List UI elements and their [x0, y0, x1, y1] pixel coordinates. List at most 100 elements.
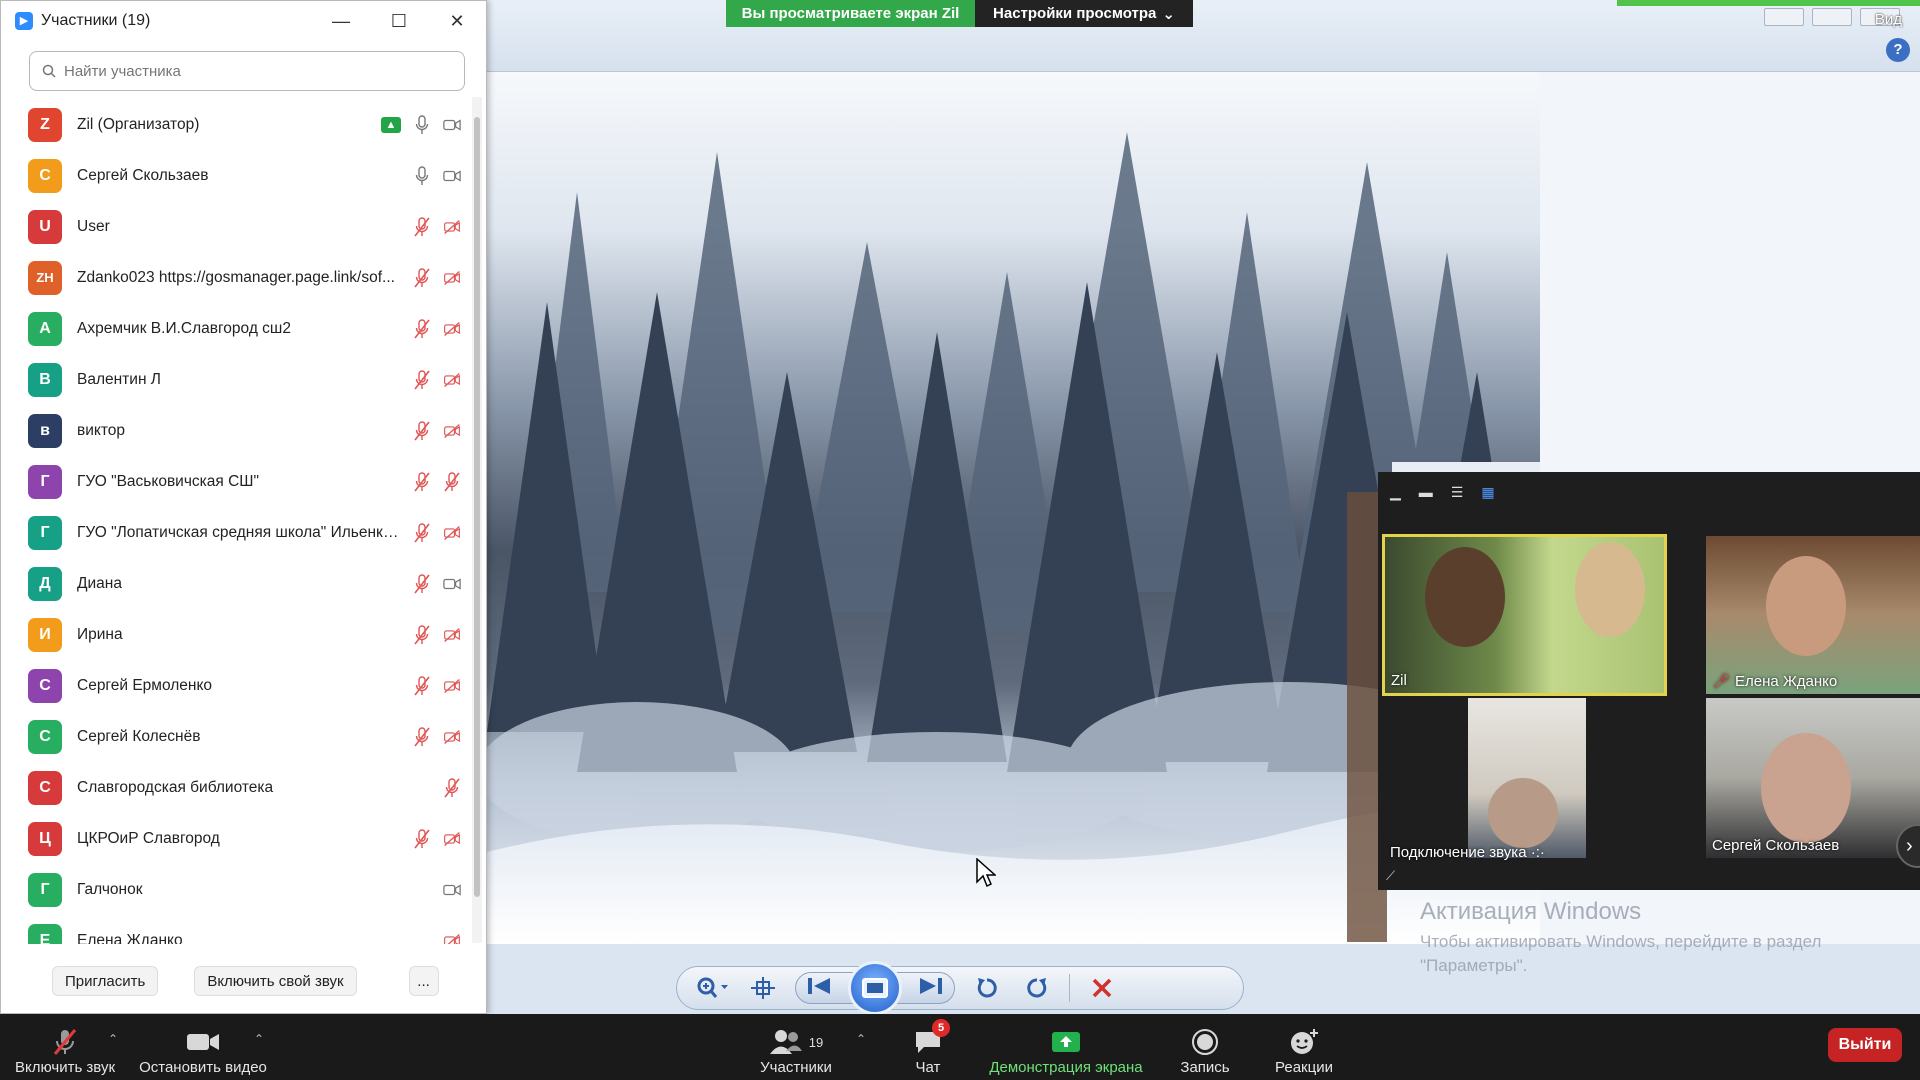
- invite-button[interactable]: Пригласить: [52, 966, 159, 996]
- participant-name: User: [77, 217, 110, 235]
- view-settings-label: Настройки просмотра: [993, 5, 1157, 22]
- connecting-audio-label: Подключение звука ·:·: [1390, 844, 1545, 861]
- share-indicator-bar: [1617, 0, 1920, 6]
- video-tile-elena[interactable]: 🎤︎ Елена Жданко: [1706, 536, 1920, 694]
- grid-view-icon[interactable]: ▦: [1481, 484, 1494, 501]
- participant-avatar: Z: [28, 107, 62, 142]
- participant-row[interactable]: С Сергей Скользаев: [1, 150, 471, 201]
- share-screen-button[interactable]: Демонстрация экрана: [982, 1014, 1150, 1080]
- participant-status-icons: [413, 420, 461, 441]
- strip-view-icon[interactable]: ☰: [1451, 484, 1464, 501]
- participant-row[interactable]: А Ахремчик В.И.Славгород сш2: [1, 303, 471, 354]
- record-icon: [1191, 1025, 1219, 1059]
- view-settings-dropdown[interactable]: Настройки просмотра ⌄: [975, 0, 1193, 27]
- participant-search[interactable]: [29, 51, 465, 91]
- video-tile-connecting-audio[interactable]: [1468, 698, 1586, 858]
- tile-name: Сергей Скользаев: [1712, 837, 1840, 854]
- loading-dots-icon: ·:·: [1530, 844, 1545, 861]
- participant-status-icons: [413, 522, 461, 543]
- participants-scrollbar[interactable]: [472, 97, 482, 943]
- participant-name: Zil (Организатор): [77, 115, 200, 133]
- participant-row[interactable]: С Сергей Ермоленко: [1, 660, 471, 711]
- muted-mic-icon: [413, 420, 431, 441]
- minimize-icon[interactable]: ▁: [1390, 484, 1401, 501]
- participant-avatar: U: [28, 209, 62, 244]
- participant-name: Ахремчик В.И.Славгород сш2: [77, 319, 291, 337]
- participant-name: Ирина: [77, 625, 123, 643]
- unmute-self-button[interactable]: Включить свой звук: [194, 966, 357, 996]
- participants-count: 19: [808, 1034, 824, 1050]
- participant-row[interactable]: С Сергей Колеснёв: [1, 711, 471, 762]
- participant-status-icons: [413, 573, 461, 594]
- participant-status-icons: [413, 675, 461, 696]
- participant-row[interactable]: U User: [1, 201, 471, 252]
- rotate-left-icon[interactable]: [969, 973, 1005, 1003]
- record-button[interactable]: Запись: [1172, 1014, 1238, 1080]
- previous-icon[interactable]: [808, 977, 830, 1000]
- leave-meeting-button[interactable]: Выйти: [1828, 1028, 1902, 1062]
- participant-status-icons: [413, 471, 461, 492]
- window-controls: — ☐ ✕: [312, 1, 486, 41]
- view-label[interactable]: Вид: [1875, 11, 1902, 28]
- video-options-caret-icon[interactable]: ⌃: [254, 1032, 264, 1046]
- audio-options-caret-icon[interactable]: ⌃: [108, 1032, 118, 1046]
- participant-row[interactable]: Z Zil (Организатор) ▲: [1, 99, 471, 150]
- reactions-button[interactable]: Реакции: [1268, 1014, 1340, 1080]
- participants-icon: 19: [769, 1025, 823, 1059]
- participant-name: Диана: [77, 574, 122, 592]
- unmute-button[interactable]: Включить звук: [10, 1014, 120, 1080]
- close-window-icon[interactable]: ✕: [428, 1, 486, 41]
- rotate-right-icon[interactable]: [1019, 973, 1055, 1003]
- search-input[interactable]: [64, 62, 464, 80]
- participant-row[interactable]: Е Елена Жданко: [1, 915, 471, 944]
- delete-icon[interactable]: [1084, 973, 1120, 1003]
- participant-row[interactable]: В Валентин Л: [1, 354, 471, 405]
- zoom-logo-icon: ▶: [15, 12, 33, 30]
- muted-mic-icon: [413, 216, 431, 237]
- participant-name: Валентин Л: [77, 370, 161, 388]
- minimize-window-icon[interactable]: —: [312, 1, 370, 41]
- participant-row[interactable]: И Ирина: [1, 609, 471, 660]
- participants-options-caret-icon[interactable]: ⌃: [856, 1032, 866, 1046]
- muted-mic-icon: [413, 675, 431, 696]
- next-icon[interactable]: [920, 977, 942, 1000]
- slideshow-button[interactable]: [848, 961, 902, 1014]
- actual-size-icon[interactable]: [745, 973, 781, 1003]
- maximize-window-icon[interactable]: ☐: [370, 1, 428, 41]
- video-off-icon: [443, 727, 461, 747]
- share-screen-icon: [1051, 1025, 1081, 1059]
- participant-status-icons: [443, 931, 461, 944]
- participant-row[interactable]: в виктор: [1, 405, 471, 456]
- participant-avatar: Д: [28, 566, 62, 601]
- resize-handle-icon[interactable]: ⟋: [1386, 868, 1395, 884]
- muted-mic-icon: 🎤︎: [1712, 673, 1732, 690]
- watermark-title: Активация Windows: [1420, 898, 1642, 925]
- participant-row[interactable]: Г ГУО "Лопатичская средняя школа" Ильенко…: [1, 507, 471, 558]
- participant-row[interactable]: Г ГУО "Васьковичская СШ": [1, 456, 471, 507]
- single-view-icon[interactable]: ▬: [1419, 484, 1433, 500]
- muted-mic-icon: [443, 471, 461, 492]
- participant-status-icons: [413, 369, 461, 390]
- video-off-icon: [443, 370, 461, 390]
- video-off-icon: [443, 625, 461, 645]
- participant-avatar: Г: [28, 872, 62, 907]
- participant-row[interactable]: ZH Zdanko023 https://gosmanager.page.link…: [1, 252, 471, 303]
- stop-video-button[interactable]: Остановить видео: [138, 1014, 268, 1080]
- zoom-icon[interactable]: [695, 973, 731, 1003]
- participant-name: виктор: [77, 421, 126, 439]
- chat-button[interactable]: 5 Чат: [898, 1014, 958, 1080]
- help-icon[interactable]: ?: [1886, 38, 1910, 62]
- participant-avatar: ZH: [28, 260, 62, 295]
- video-tile-zil[interactable]: Zil: [1382, 534, 1667, 696]
- participant-avatar: И: [28, 617, 62, 652]
- participant-avatar: С: [28, 719, 62, 754]
- participant-row[interactable]: Ц ЦКРОиР Славгород: [1, 813, 471, 864]
- participants-list: Z Zil (Организатор) ▲ С Сергей Скользаев U Use…: [1, 99, 471, 944]
- participant-row[interactable]: Г Галчонок: [1, 864, 471, 915]
- participants-button[interactable]: 19 Участники: [744, 1014, 848, 1080]
- participant-row[interactable]: С Славгородская библиотека: [1, 762, 471, 813]
- participant-row[interactable]: Д Диана: [1, 558, 471, 609]
- video-tile-sergey[interactable]: Сергей Скользаев: [1706, 698, 1920, 858]
- more-options-button[interactable]: ...: [408, 966, 439, 996]
- participant-status-icons: [413, 216, 461, 237]
